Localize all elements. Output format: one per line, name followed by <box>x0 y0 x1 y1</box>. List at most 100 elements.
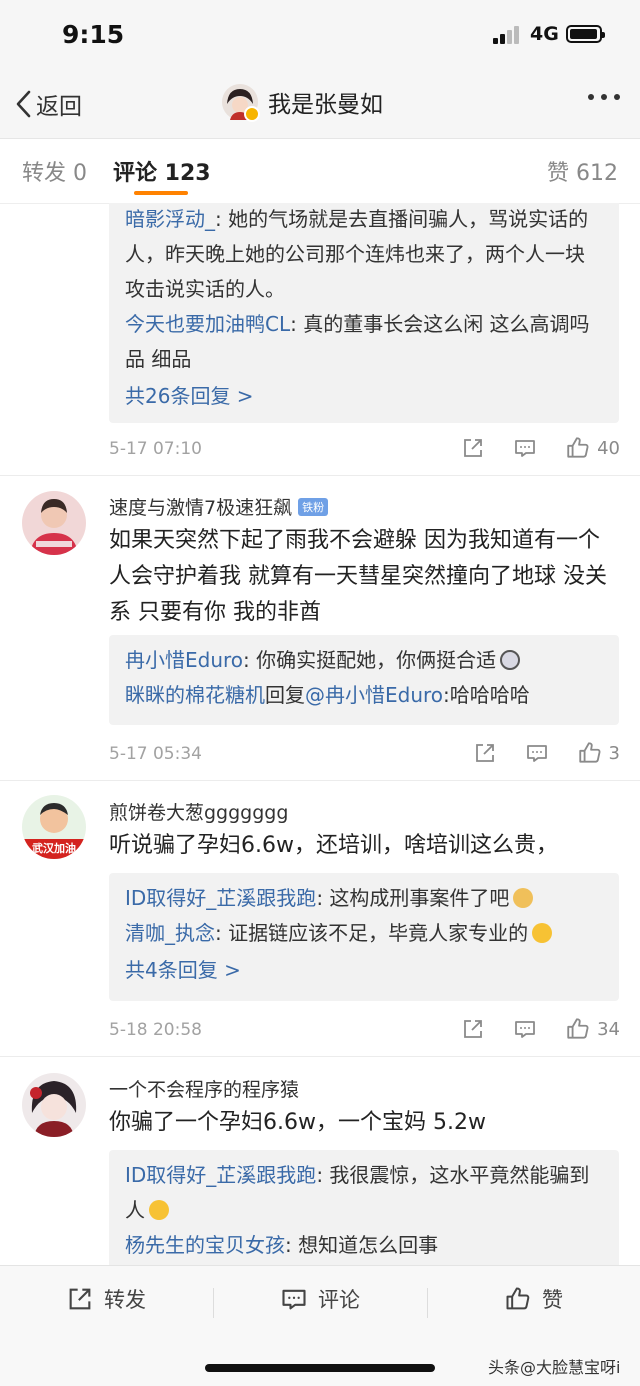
comment-author[interactable]: 一个不会程序的程序猿 <box>109 1075 299 1102</box>
comment-icon <box>526 745 547 762</box>
reply-text: : 这构成刑事案件了吧 <box>316 886 510 910</box>
reply-text: 回复 <box>265 683 305 707</box>
reply-author[interactable]: 暗影浮动_ <box>125 207 215 231</box>
bottom-action-bar: 转发 评论 赞 头条@大脸慧宝呀i <box>0 1265 640 1386</box>
reply-text: : 你确实挺配她，你俩挺合适 <box>243 648 497 672</box>
reply-text: : 想知道怎么回事 <box>285 1233 439 1257</box>
like-button[interactable]: 40 <box>565 435 620 461</box>
thumbs-up-icon <box>567 1018 589 1039</box>
comment-button[interactable] <box>525 741 549 765</box>
username[interactable]: 一个不会程序的程序猿 <box>109 1075 299 1102</box>
like-button[interactable]: 34 <box>565 1016 620 1042</box>
thumbs-up-icon <box>578 742 601 763</box>
page-title: 我是张曼如 <box>268 92 383 118</box>
more-replies-link[interactable]: 共4条回复 > <box>125 951 603 989</box>
divider <box>213 1288 214 1318</box>
thumbs-up-icon <box>567 437 589 458</box>
fan-badge: 铁粉 <box>298 497 329 516</box>
back-label: 返回 <box>36 94 82 120</box>
signal-icon <box>493 26 523 44</box>
reply-line[interactable]: 清咖_执念: 证据链应该不足，毕竟人家专业的 <box>125 916 603 951</box>
reply-author[interactable]: 清咖_执念 <box>125 921 215 945</box>
repost-button[interactable] <box>473 741 497 765</box>
reply-line[interactable]: 今天也要加油鸭CL: 真的董事长会这么闲 这么高调吗 品 细品 <box>125 307 603 377</box>
share-icon <box>464 1020 482 1038</box>
reply-line[interactable]: 暗影浮动_: 她的气场就是去直播间骗人，骂说实话的人，昨天晚上她的公司那个连炜也… <box>125 203 603 307</box>
comment-actions: 34 <box>461 1016 620 1042</box>
home-indicator[interactable] <box>205 1364 435 1372</box>
avatar[interactable]: 武汉加油 <box>22 795 86 859</box>
reply-line[interactable]: 冉小惜Eduro: 你确实挺配她，你俩挺合适 <box>125 637 603 678</box>
crying-laughing-emoji-icon <box>149 1200 169 1220</box>
reply-author[interactable]: ID取得好_芷溪跟我跑 <box>125 886 316 910</box>
reply-line[interactable]: ID取得好_芷溪跟我跑: 这构成刑事案件了吧 <box>125 875 603 916</box>
avatar[interactable] <box>222 84 260 122</box>
username[interactable]: 速度与激情7极速狂飙 <box>109 493 292 520</box>
comment-actions: 3 <box>473 740 620 766</box>
comment-author[interactable]: 速度与激情7极速狂飙 铁粉 <box>109 493 329 520</box>
battery-icon <box>566 25 605 43</box>
reply-author[interactable]: 今天也要加油鸭CL <box>125 312 290 336</box>
dog-emoji-icon <box>500 650 521 670</box>
watermark: 头条@大脸慧宝呀i <box>488 1358 621 1377</box>
verified-badge-icon <box>244 106 260 122</box>
reply-line[interactable]: 眯眯的棉花糖机回复@冉小惜Eduro:哈哈哈哈 <box>125 678 603 713</box>
reply-text: :哈哈哈哈 <box>443 683 530 707</box>
reply-box: 冉小惜Eduro: 你确实挺配她，你俩挺合适 眯眯的棉花糖机回复@冉小惜Edur… <box>109 635 619 725</box>
nav-bar: 返回 我是张曼如 <box>0 70 640 139</box>
username[interactable]: 煎饼卷大葱ggggggg <box>109 798 288 825</box>
repost-button[interactable] <box>461 436 485 460</box>
avatar-caption: 武汉加油 <box>32 842 76 855</box>
nav-profile[interactable]: 我是张曼如 <box>222 84 383 122</box>
reply-box: ID取得好_芷溪跟我跑: 这构成刑事案件了吧 清咖_执念: 证据链应该不足，毕竟… <box>109 873 619 1001</box>
thumbs-up-icon <box>506 1287 530 1310</box>
like-count: 34 <box>597 1018 620 1040</box>
comment-icon <box>515 440 535 457</box>
comment-button[interactable] <box>513 436 537 460</box>
comment-text: 如果天突然下起了雨我不会避躲 因为我知道有一个人会守护着我 就算有一天彗星突然撞… <box>109 528 607 625</box>
more-button[interactable] <box>588 94 620 100</box>
comment-actions: 40 <box>461 435 620 461</box>
like-count: 3 <box>608 742 620 764</box>
divider <box>0 1056 640 1057</box>
tab-comment[interactable]: 评论 123 <box>113 155 211 187</box>
reply-line[interactable]: ID取得好_芷溪跟我跑: 我很震惊，这水平竟然能骗到人 <box>125 1152 603 1228</box>
comment-button[interactable]: 评论 <box>280 1284 360 1314</box>
reply-text: : 证据链应该不足，毕竟人家专业的 <box>215 921 529 945</box>
reply-author[interactable]: ID取得好_芷溪跟我跑 <box>125 1163 316 1187</box>
status-time: 9:15 <box>62 20 125 49</box>
yum-emoji-icon <box>532 923 553 943</box>
reply-box: 暗影浮动_: 她的气场就是去直播间骗人，骂说实话的人，昨天晚上她的公司那个连炜也… <box>109 203 619 423</box>
back-button[interactable]: 返回 <box>14 84 82 124</box>
reply-author[interactable]: 眯眯的棉花糖机 <box>125 683 265 707</box>
reply-author[interactable]: 杨先生的宝贝女孩 <box>125 1233 285 1257</box>
avatar[interactable] <box>22 491 86 555</box>
comment-time: 5-17 05:34 <box>109 744 202 764</box>
like-label: 赞 <box>542 1288 563 1312</box>
comment-button[interactable] <box>513 1017 537 1041</box>
comment-time: 5-18 20:58 <box>109 1020 202 1040</box>
divider <box>427 1288 428 1318</box>
like-count: 40 <box>597 437 620 459</box>
like-button[interactable]: 3 <box>577 740 620 766</box>
reply-box: ID取得好_芷溪跟我跑: 我很震惊，这水平竟然能骗到人 杨先生的宝贝女孩: 想知… <box>109 1150 619 1265</box>
tab-repost[interactable]: 转发 0 <box>22 155 87 187</box>
reply-line[interactable]: 杨先生的宝贝女孩: 想知道怎么回事 <box>125 1228 603 1263</box>
repost-button[interactable] <box>461 1017 485 1041</box>
like-button[interactable]: 赞 <box>504 1284 563 1314</box>
more-replies-link[interactable]: 共26条回复 > <box>125 377 603 415</box>
comment-author[interactable]: 煎饼卷大葱ggggggg <box>109 798 288 825</box>
comment-time: 5-17 07:10 <box>109 439 202 459</box>
comment-list[interactable]: 暗影浮动_: 她的气场就是去直播间骗人，骂说实话的人，昨天晚上她的公司那个连炜也… <box>0 203 640 1265</box>
tab-like[interactable]: 赞 612 <box>547 155 618 187</box>
comment-text: 你骗了一个孕妇6.6w，一个宝妈 5.2w <box>109 1110 486 1135</box>
comment-text: 听说骗了孕妇6.6w，还培训，啥培训这么贵， <box>109 833 558 858</box>
repost-button[interactable]: 转发 <box>66 1284 146 1314</box>
divider <box>0 780 640 781</box>
network-type: 4G <box>530 23 559 45</box>
reply-author[interactable]: 冉小惜Eduro <box>125 648 243 672</box>
avatar-image <box>22 491 86 555</box>
avatar[interactable] <box>22 1073 86 1137</box>
mention-link[interactable]: @冉小惜Eduro <box>305 683 443 707</box>
tab-active-indicator <box>134 191 188 195</box>
